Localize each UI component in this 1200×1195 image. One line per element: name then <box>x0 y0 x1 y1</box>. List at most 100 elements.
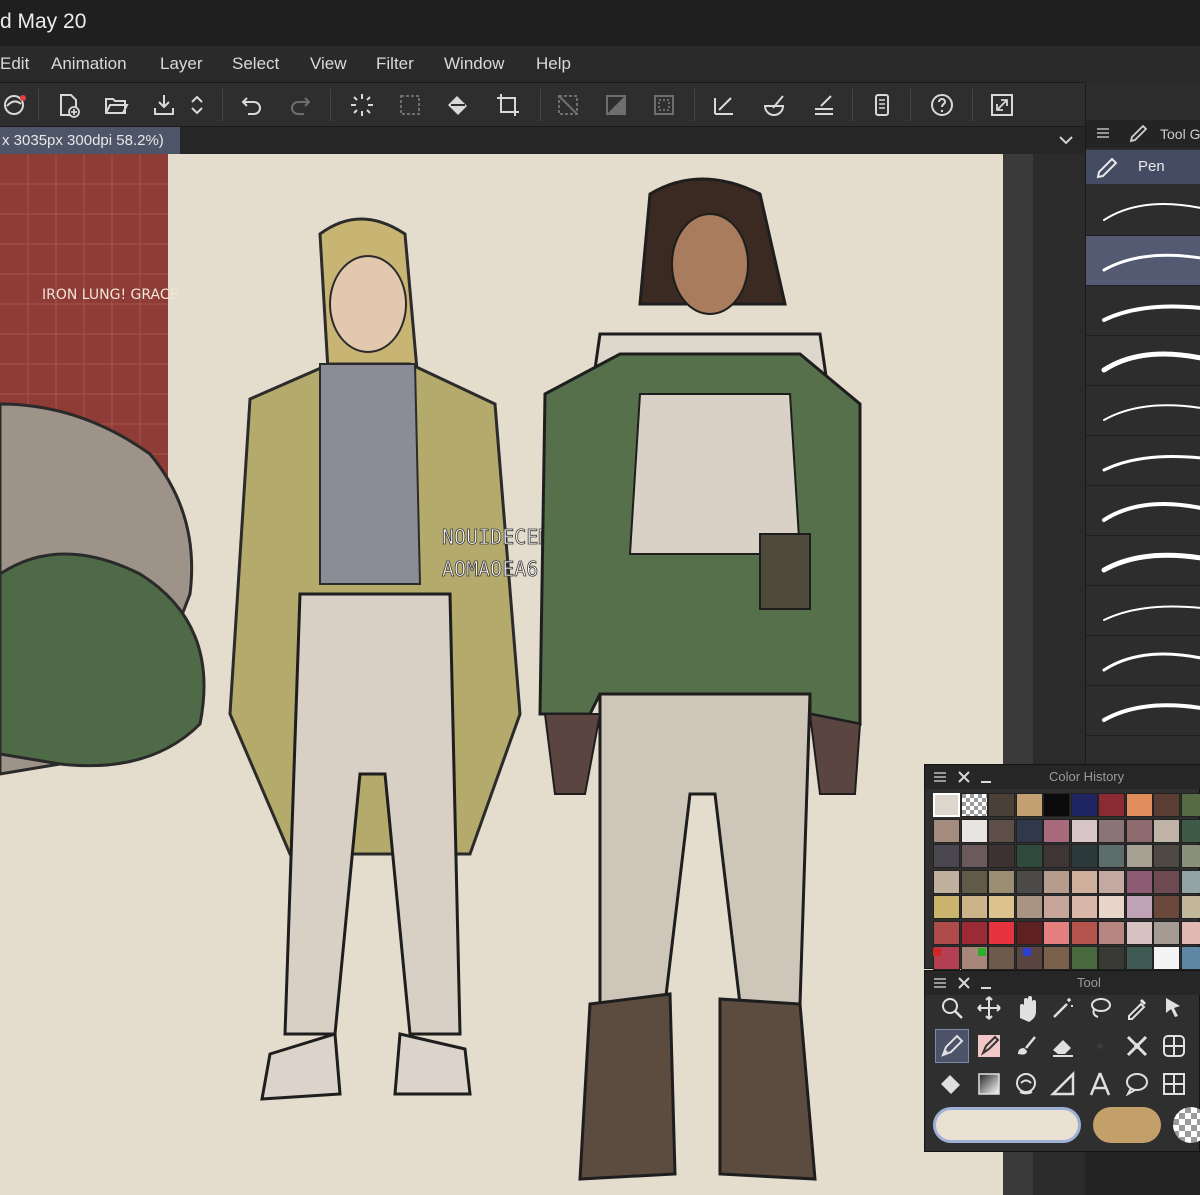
figure-icon[interactable] <box>1046 1067 1080 1101</box>
deselect-icon[interactable] <box>552 89 584 121</box>
document-tab[interactable]: x 3035px 300dpi 58.2%) <box>0 127 180 154</box>
redo-icon[interactable] <box>284 89 316 121</box>
color-swatch[interactable] <box>960 818 988 843</box>
blend-icon[interactable] <box>1009 1067 1043 1101</box>
color-swatch[interactable] <box>1070 920 1098 945</box>
gradient-icon[interactable] <box>972 1067 1006 1101</box>
color-swatch[interactable] <box>988 869 1015 894</box>
save-stepper-icon[interactable] <box>186 89 208 121</box>
color-swatch[interactable] <box>1153 818 1180 843</box>
color-swatch[interactable] <box>1070 818 1098 843</box>
panel-menu-icon[interactable] <box>933 770 947 784</box>
color-swatch[interactable] <box>1098 869 1125 894</box>
fill-bucket-icon[interactable] <box>442 89 474 121</box>
menu-layer[interactable]: Layer <box>160 54 203 74</box>
minimize-icon[interactable] <box>979 976 993 990</box>
fullscreen-icon[interactable] <box>986 89 1018 121</box>
color-swatch[interactable] <box>988 818 1015 843</box>
color-swatch[interactable] <box>1043 869 1070 894</box>
color-swatch[interactable] <box>1125 869 1153 894</box>
color-swatch[interactable] <box>1098 793 1125 817</box>
chevron-down-icon[interactable] <box>1057 131 1075 149</box>
eyedropper-icon[interactable] <box>1120 991 1154 1025</box>
color-swatch[interactable] <box>960 920 988 945</box>
eraser-icon[interactable] <box>1046 1029 1080 1063</box>
brush-preset[interactable] <box>1086 486 1200 536</box>
menu-animation[interactable]: Animation <box>51 54 127 74</box>
color-swatch[interactable] <box>1015 920 1043 945</box>
marker-icon[interactable] <box>972 1029 1006 1063</box>
color-swatch[interactable] <box>988 793 1015 817</box>
color-swatch[interactable] <box>960 844 988 868</box>
color-swatch[interactable] <box>1125 920 1153 945</box>
color-swatch[interactable] <box>933 895 960 919</box>
menu-edit[interactable]: Edit <box>0 54 29 74</box>
brush-preset[interactable] <box>1086 186 1200 236</box>
color-swatch[interactable] <box>1098 895 1125 919</box>
balloon-icon[interactable] <box>1120 1067 1154 1101</box>
menu-window[interactable]: Window <box>444 54 504 74</box>
drawing-canvas[interactable]: IRON LUNG! GRACE NOUIDECEM AOMAOEA6 <box>0 154 1003 1195</box>
save-icon[interactable] <box>148 89 180 121</box>
fill-icon[interactable] <box>935 1067 969 1101</box>
brush-preset[interactable] <box>1086 636 1200 686</box>
color-swatch[interactable] <box>960 895 988 919</box>
color-swatch[interactable] <box>1015 869 1043 894</box>
special-ruler-snap-icon[interactable] <box>758 89 790 121</box>
color-swatch[interactable] <box>1153 844 1180 868</box>
main-color-swatch[interactable] <box>933 1107 1081 1143</box>
color-swatch[interactable] <box>1180 869 1200 894</box>
subtool-header[interactable]: Pen <box>1086 150 1200 184</box>
color-swatch[interactable] <box>1180 844 1200 868</box>
color-swatch[interactable] <box>960 793 988 817</box>
color-swatch[interactable] <box>1043 844 1070 868</box>
frame-icon[interactable] <box>1157 1029 1191 1063</box>
color-swatch[interactable] <box>988 920 1015 945</box>
color-swatch[interactable] <box>1153 920 1180 945</box>
text-icon[interactable] <box>1083 1067 1117 1101</box>
color-swatch[interactable] <box>1015 793 1043 817</box>
ruler-snap-icon[interactable] <box>708 89 740 121</box>
select-arrow-icon[interactable] <box>1157 991 1191 1025</box>
color-swatch[interactable] <box>933 869 960 894</box>
sub-color-swatch[interactable] <box>1093 1107 1161 1143</box>
clear-selection-icon[interactable] <box>394 89 426 121</box>
color-swatch[interactable] <box>1098 818 1125 843</box>
brush-preset[interactable] <box>1086 536 1200 586</box>
undo-icon[interactable] <box>236 89 268 121</box>
color-swatch[interactable] <box>1153 895 1180 919</box>
app-logo-icon[interactable] <box>0 89 32 121</box>
color-swatch[interactable] <box>1015 844 1043 868</box>
brush-icon[interactable] <box>1009 1029 1043 1063</box>
color-swatch[interactable] <box>1125 818 1153 843</box>
color-swatch[interactable] <box>1015 818 1043 843</box>
new-file-icon[interactable] <box>52 89 84 121</box>
panel-menu-icon[interactable] <box>1096 126 1110 140</box>
color-swatch[interactable] <box>1043 818 1070 843</box>
minimize-icon[interactable] <box>979 770 993 784</box>
color-swatch[interactable] <box>988 844 1015 868</box>
tool-group-tab[interactable]: Tool G <box>1160 126 1200 142</box>
menu-select[interactable]: Select <box>232 54 279 74</box>
lasso-icon[interactable] <box>1083 991 1117 1025</box>
magic-wand-icon[interactable] <box>1046 991 1080 1025</box>
panel-menu-icon[interactable] <box>933 976 947 990</box>
pen-tool-icon[interactable] <box>935 1029 969 1063</box>
color-swatch[interactable] <box>1070 793 1098 817</box>
brush-preset[interactable] <box>1086 286 1200 336</box>
menu-view[interactable]: View <box>310 54 347 74</box>
brush-preset[interactable] <box>1086 586 1200 636</box>
brush-preset[interactable] <box>1086 686 1200 736</box>
close-icon[interactable] <box>957 976 971 990</box>
color-swatch[interactable] <box>1180 920 1200 945</box>
close-icon[interactable] <box>957 770 971 784</box>
color-swatch[interactable] <box>1125 895 1153 919</box>
color-swatch[interactable] <box>1070 844 1098 868</box>
color-swatch[interactable] <box>1180 895 1200 919</box>
grid-snap-icon[interactable] <box>808 89 840 121</box>
color-swatch[interactable] <box>1070 869 1098 894</box>
menu-help[interactable]: Help <box>536 54 571 74</box>
color-swatch[interactable] <box>1125 793 1153 817</box>
selection-border-icon[interactable] <box>648 89 680 121</box>
color-swatch[interactable] <box>933 920 960 945</box>
